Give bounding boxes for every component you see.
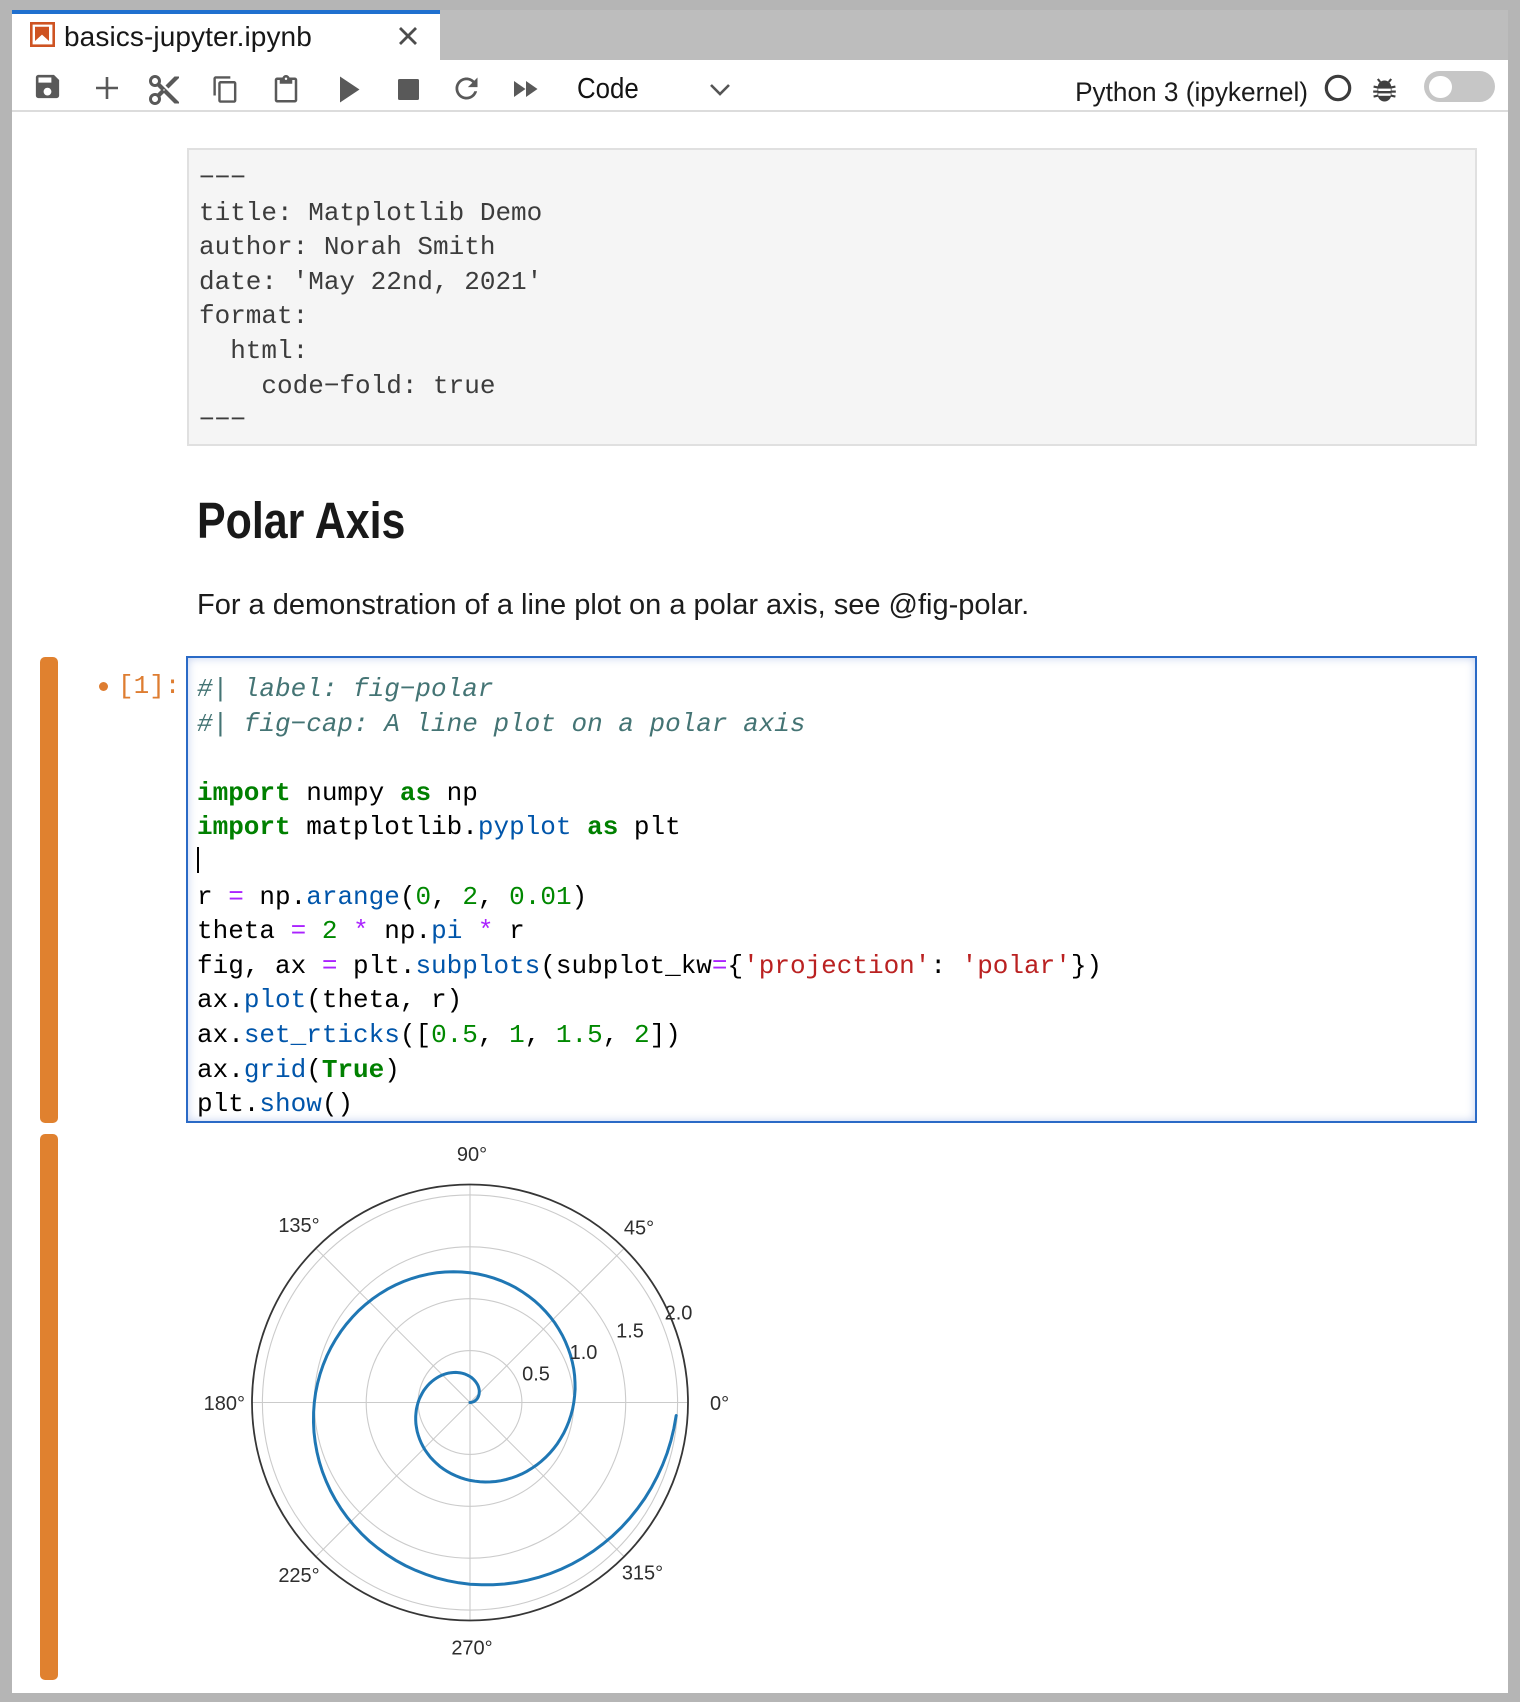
svg-text:0.5: 0.5 [522,1364,550,1386]
svg-text:315°: 315° [622,1563,663,1585]
svg-text:45°: 45° [624,1218,654,1240]
svg-text:0°: 0° [710,1393,729,1415]
svg-text:1.5: 1.5 [616,1321,644,1343]
svg-text:270°: 270° [451,1638,492,1660]
svg-text:180°: 180° [204,1393,245,1415]
svg-text:2.0: 2.0 [665,1303,693,1325]
svg-text:135°: 135° [278,1215,319,1237]
svg-text:225°: 225° [278,1565,319,1587]
svg-text:90°: 90° [457,1144,487,1166]
svg-text:1.0: 1.0 [570,1342,598,1364]
